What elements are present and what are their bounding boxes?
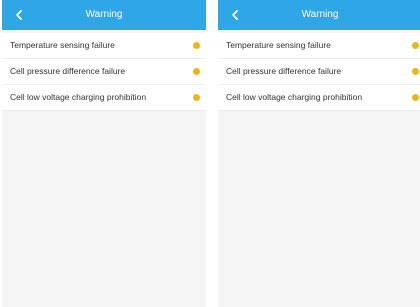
list-item-label: Cell pressure difference failure [10, 66, 126, 76]
header-bar: Warning [218, 0, 420, 30]
list-item[interactable]: Cell pressure difference failure [218, 59, 420, 85]
warning-dot-icon [412, 68, 419, 75]
warning-list: Temperature sensing failure Cell pressur… [218, 33, 420, 111]
warning-list: Temperature sensing failure Cell pressur… [2, 33, 206, 111]
list-item[interactable]: Temperature sensing failure [218, 33, 420, 59]
list-item-label: Cell pressure difference failure [226, 66, 342, 76]
list-item[interactable]: Cell low voltage charging prohibition [218, 85, 420, 111]
list-item-label: Temperature sensing failure [10, 40, 115, 50]
warning-dot-icon [412, 94, 419, 101]
warning-dot-icon [193, 94, 200, 101]
warning-dot-icon [412, 42, 419, 49]
list-item-label: Temperature sensing failure [226, 40, 331, 50]
warning-screen-left: Warning Temperature sensing failure Cell… [2, 0, 206, 307]
list-item[interactable]: Temperature sensing failure [2, 33, 206, 59]
warning-dot-icon [193, 68, 200, 75]
warning-screen-right: Warning Temperature sensing failure Cell… [218, 0, 420, 307]
page-title: Warning [301, 9, 339, 20]
list-item-label: Cell low voltage charging prohibition [226, 92, 363, 102]
list-item[interactable]: Cell low voltage charging prohibition [2, 85, 206, 111]
header-bar: Warning [2, 0, 206, 30]
page-title: Warning [85, 9, 123, 20]
warning-dot-icon [193, 42, 200, 49]
list-item[interactable]: Cell pressure difference failure [2, 59, 206, 85]
list-item-label: Cell low voltage charging prohibition [10, 92, 147, 102]
